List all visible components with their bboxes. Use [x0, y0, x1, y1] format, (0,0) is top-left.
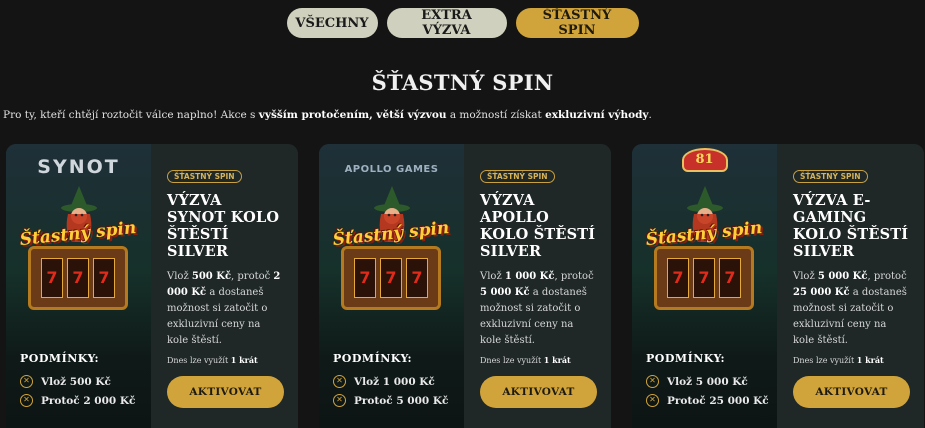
slot-reel: 7 [67, 258, 89, 298]
conditions-title: PODMÍNKY: [20, 352, 100, 365]
promo-tag: ŠŤASTNÝ SPIN [167, 170, 242, 183]
slot-reel: 7 [693, 258, 715, 298]
limit-count: 1 krát [230, 355, 258, 365]
condition-text: Protoč 25 000 Kč [667, 394, 769, 407]
slot-reel: 7 [41, 258, 63, 298]
slot-reel: 7 [719, 258, 741, 298]
promo-card-apollo: APOLLO GAMES Šťastný spin 7 7 7 PODMÍNKY… [319, 144, 611, 428]
desc-text: Vlož [793, 271, 818, 282]
condition-item: ✕ Vlož 1 000 Kč [333, 375, 435, 388]
activate-button[interactable]: AKTIVOVAT [480, 376, 597, 408]
desc-deposit: 1 000 Kč [504, 271, 555, 282]
condition-text: Vlož 500 Kč [41, 375, 111, 388]
brand-logo: SYNOT [37, 156, 120, 178]
limit-count: 1 krát [856, 355, 884, 365]
intro-part-1: Pro ty, kteří chtějí roztočit válce napl… [3, 109, 259, 121]
slot-machine: 7 7 7 [341, 246, 441, 310]
x-circle-icon: ✕ [333, 394, 346, 407]
filter-all-button[interactable]: VŠECHNY [286, 8, 378, 38]
slot-reel: 7 [354, 258, 376, 298]
promo-card-synot: SYNOT Šťastný spin 7 7 7 PODMÍNKY: ✕ Vlo… [6, 144, 298, 428]
slot-machine: 7 7 7 [654, 246, 754, 310]
condition-item: ✕ Vlož 500 Kč [20, 375, 111, 388]
x-circle-icon: ✕ [646, 375, 659, 388]
limit-label: Dnes lze využít [167, 356, 231, 365]
promo-body: ŠŤASTNÝ SPIN VÝZVA E-GAMING KOLO ŠTĚSTÍ … [777, 144, 924, 428]
promo-title: VÝZVA E-GAMING KOLO ŠTĚSTÍ SILVER [793, 192, 909, 260]
usage-limit: Dnes lze využít 1 krát [480, 355, 571, 365]
desc-text: , protoč [867, 271, 907, 282]
conditions-title: PODMÍNKY: [333, 352, 413, 365]
section-title: ŠŤASTNÝ SPIN [371, 70, 554, 95]
desc-turnover: 25 000 Kč [793, 287, 850, 298]
usage-limit: Dnes lze využít 1 krát [793, 355, 884, 365]
intro-bold-1: vyšším protočením, větší výzvou [258, 109, 447, 121]
limit-count: 1 krát [543, 355, 571, 365]
x-circle-icon: ✕ [20, 394, 33, 407]
desc-deposit: 500 Kč [191, 271, 232, 282]
condition-item: ✕ Vlož 5 000 Kč [646, 375, 748, 388]
activate-button[interactable]: AKTIVOVAT [167, 376, 284, 408]
condition-text: Protoč 5 000 Kč [354, 394, 449, 407]
promo-description: Vlož 5 000 Kč, protoč 25 000 Kč a dostan… [793, 269, 910, 349]
promo-title: VÝZVA APOLLO KOLO ŠTĚSTÍ SILVER [480, 192, 596, 260]
intro-text: Pro ty, kteří chtějí roztočit válce napl… [3, 109, 903, 121]
limit-label: Dnes lze využít [793, 356, 857, 365]
conditions-title: PODMÍNKY: [646, 352, 726, 365]
brand-logo: APOLLO GAMES [344, 164, 439, 175]
filter-lucky-spin-button[interactable]: ŠŤASTNÝ SPIN [515, 8, 639, 38]
promo-tag: ŠŤASTNÝ SPIN [480, 170, 555, 183]
activate-button[interactable]: AKTIVOVAT [793, 376, 910, 408]
desc-text: Vlož [480, 271, 505, 282]
slot-reel: 7 [406, 258, 428, 298]
promo-card-egaming: 81 Šťastný spin 7 7 7 PODMÍNKY: ✕ Vlož 5… [632, 144, 924, 428]
slot-reel: 7 [667, 258, 689, 298]
slot-reel: 7 [380, 258, 402, 298]
promo-title: VÝZVA SYNOT KOLO ŠTĚSTÍ SILVER [167, 192, 280, 260]
limit-label: Dnes lze využít [480, 356, 544, 365]
x-circle-icon: ✕ [20, 375, 33, 388]
intro-part-3: . [648, 109, 652, 121]
x-circle-icon: ✕ [646, 394, 659, 407]
desc-deposit: 5 000 Kč [817, 271, 868, 282]
intro-bold-2: exkluzivní výhody [545, 109, 649, 121]
desc-text: , protoč [231, 271, 274, 282]
condition-item: ✕ Protoč 25 000 Kč [646, 394, 769, 407]
promo-tag: ŠŤASTNÝ SPIN [793, 170, 868, 183]
promo-image: 81 Šťastný spin 7 7 7 PODMÍNKY: ✕ Vlož 5… [632, 144, 777, 428]
x-circle-icon: ✕ [333, 375, 346, 388]
condition-text: Vlož 5 000 Kč [667, 375, 748, 388]
slot-reel: 7 [93, 258, 115, 298]
filter-extra-challenge-button[interactable]: EXTRA VÝZVA [386, 8, 507, 38]
desc-text: , protoč [554, 271, 594, 282]
condition-item: ✕ Protoč 2 000 Kč [20, 394, 135, 407]
promo-body: ŠŤASTNÝ SPIN VÝZVA APOLLO KOLO ŠTĚSTÍ SI… [464, 144, 611, 428]
intro-part-2: a možností získat [446, 109, 546, 121]
condition-text: Vlož 1 000 Kč [354, 375, 435, 388]
desc-turnover: 5 000 Kč [480, 287, 530, 298]
condition-item: ✕ Protoč 5 000 Kč [333, 394, 448, 407]
casino-sign-logo: 81 [681, 148, 728, 172]
promo-description: Vlož 500 Kč, protoč 2 000 Kč a dostaneš … [167, 269, 284, 349]
filter-bar: VŠECHNY EXTRA VÝZVA ŠŤASTNÝ SPIN [0, 8, 925, 38]
desc-text: Vlož [167, 271, 192, 282]
condition-text: Protoč 2 000 Kč [41, 394, 136, 407]
usage-limit: Dnes lze využít 1 krát [167, 355, 258, 365]
promo-image: SYNOT Šťastný spin 7 7 7 PODMÍNKY: ✕ Vlo… [6, 144, 151, 428]
slot-machine: 7 7 7 [28, 246, 128, 310]
promo-image: APOLLO GAMES Šťastný spin 7 7 7 PODMÍNKY… [319, 144, 464, 428]
brand-logo: 81 [632, 148, 777, 172]
promo-body: ŠŤASTNÝ SPIN VÝZVA SYNOT KOLO ŠTĚSTÍ SIL… [151, 144, 298, 428]
promo-description: Vlož 1 000 Kč, protoč 5 000 Kč a dostane… [480, 269, 597, 349]
